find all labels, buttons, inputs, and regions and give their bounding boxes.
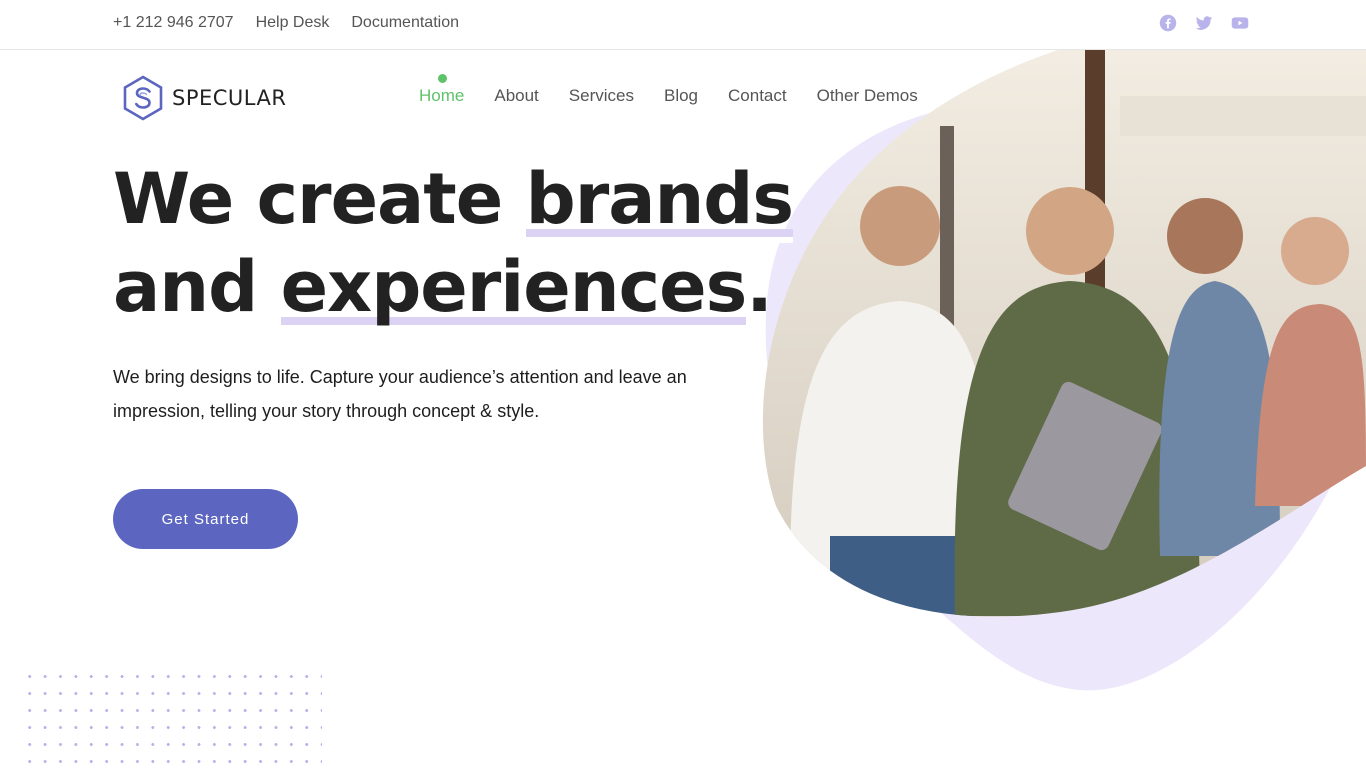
nav-item-label: Other Demos [816,86,918,105]
nav-item-label: Contact [728,86,787,105]
top-links: +1 212 946 2707 Help Desk Documentation [113,14,459,32]
social-links [1159,14,1249,32]
top-bar: +1 212 946 2707 Help Desk Documentation [0,0,1366,50]
active-indicator-dot [437,74,447,83]
nav-item-label: Blog [663,86,699,105]
decorative-dot-grid [22,668,322,768]
nav-item-other-demos[interactable]: Other Demos [817,86,918,106]
headline-period: . [746,246,773,328]
headline-line2-plain: and [113,246,281,328]
nav-item-label: Home [419,86,465,105]
headline-line1-plain: We create [113,158,526,240]
phone-link[interactable]: +1 212 946 2707 [113,14,234,32]
hero-description: We bring designs to life. Capture your a… [113,367,687,421]
nav-item-label: Services [568,86,634,105]
brand-logo[interactable]: SPECULAR [122,75,286,121]
nav-item-about[interactable]: About [494,86,538,106]
nav-item-services[interactable]: Services [569,86,634,106]
facebook-icon[interactable] [1159,14,1177,32]
nav-item-blog[interactable]: Blog [664,86,698,106]
nav-item-home[interactable]: Home [419,74,465,106]
team-photo-illustration [762,36,1366,691]
nav-item-label: About [494,86,539,105]
brand-name: SPECULAR [172,86,287,110]
twitter-icon[interactable] [1195,14,1213,32]
get-started-button[interactable]: Get Started [113,489,298,549]
help-desk-link[interactable]: Help Desk [256,14,330,32]
headline-highlight-brands: brands [526,155,794,243]
hero-headline: We create brands and experiences. [113,155,794,331]
headline-highlight-experiences: experiences [281,243,748,331]
main-nav: Home About Services Blog Contact Other D… [419,74,918,106]
nav-item-contact[interactable]: Contact [728,86,787,106]
documentation-link[interactable]: Documentation [351,14,459,32]
logo-mark-icon [123,75,163,121]
hero-image [760,36,1366,696]
youtube-icon[interactable] [1231,14,1249,32]
